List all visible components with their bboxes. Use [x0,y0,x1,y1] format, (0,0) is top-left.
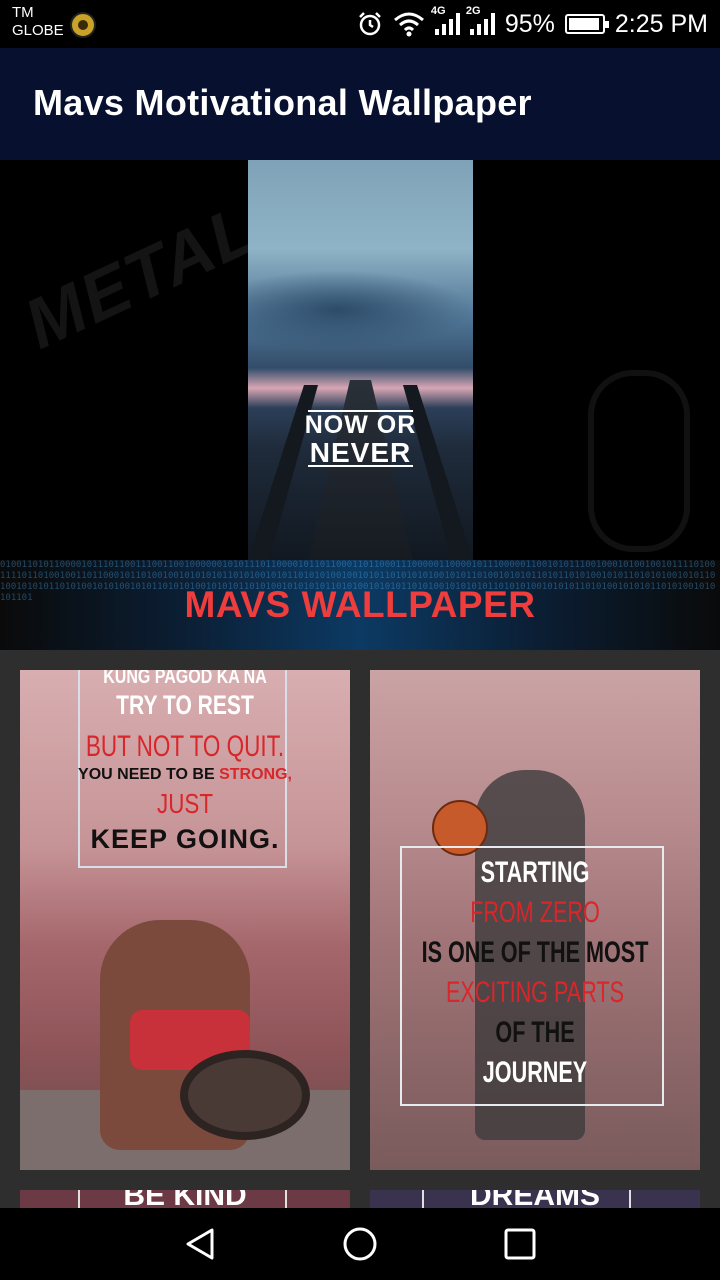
card-quote-line: TRY TO REST [116,690,254,720]
network-type-2g: 2G [465,5,481,17]
battery-fill [568,18,599,30]
back-icon[interactable] [182,1226,218,1262]
card-quote-line: BUT NOT TO QUIT. [85,730,285,763]
navigation-bar [0,1208,720,1280]
recent-apps-icon[interactable] [502,1226,538,1262]
hero-quote-line-1: NOW OR [304,411,417,439]
card-barbell [180,1050,310,1140]
banner-title: MAVS WALLPAPER [184,584,536,625]
card-quote-line: KEEP GOING. [90,824,280,854]
card-quote-line: EXCITING PARTS [445,976,625,1009]
card-quote-segment: STRONG, [219,766,292,783]
mavs-wallpaper-banner: 0100110101100001011101100111001100100000… [0,560,720,650]
card-quote-line: BE KIND [123,1190,247,1208]
wallpaper-card[interactable]: BE KIND [20,1190,350,1208]
hero-quote: NOW OR NEVER [248,411,473,468]
carrier-line-1: TM [12,4,34,21]
hero-clouds [248,270,473,350]
hero-quote-rule-bottom [308,465,413,467]
alarm-icon [358,12,381,36]
card-quote-line: DREAMS [469,1190,600,1208]
home-icon[interactable] [342,1226,378,1262]
wallpaper-card[interactable]: KUNG PAGOD KA NA TRY TO REST BUT NOT TO … [20,670,350,1170]
app-title: Mavs Motivational Wallpaper [33,82,532,123]
carrier-name: TM GLOBE [12,4,64,40]
card-quote-line: STARTING [480,856,590,889]
status-icons: 4G 2G 95% 2:25 PM [357,0,708,48]
wallpaper-grid[interactable]: KUNG PAGOD KA NA TRY TO REST BUT NOT TO … [0,650,720,1208]
hero-quote-line-2: NEVER [309,437,412,468]
hero-background-snake [588,370,690,552]
card-quote-line: OF THE [495,1016,575,1049]
hero-dock [308,380,413,560]
signal-4g-icon: 4G [431,5,460,35]
signal-2g-icon: 2G [466,5,495,35]
wallpaper-card[interactable]: STARTING FROM ZERO IS ONE OF THE MOST EX… [370,670,700,1170]
card-quote-segment: YOU NEED TO BE [78,766,215,783]
featured-wallpaper-banner[interactable]: METALLICA NOW OR NEVER [0,160,720,560]
card-quote-line: JOURNEY [482,1056,588,1089]
clock: 2:25 PM [614,9,708,38]
carrier-line-2: GLOBE [12,22,64,39]
battery-icon [564,14,609,34]
card-quote-line: YOU NEED TO BE STRONG, [20,766,350,784]
network-type-4g: 4G [430,5,446,17]
carrier-logo-icon [70,12,96,38]
card-quote-line: KUNG PAGOD KA NA [103,670,267,688]
app-bar: Mavs Motivational Wallpaper [0,48,720,160]
card-quote-line: FROM ZERO [470,896,600,929]
status-bar: TM GLOBE 4G 2G 95% 2:25 PM [0,0,720,48]
card-quote-line: IS ONE OF THE MOST [421,936,649,969]
featured-wallpaper-image[interactable]: NOW OR NEVER [248,160,473,560]
wallpaper-card[interactable]: DREAMS [370,1190,700,1208]
battery-percent: 95% [504,9,555,38]
card-quote-line: JUST [157,788,213,819]
wifi-icon [393,12,424,37]
